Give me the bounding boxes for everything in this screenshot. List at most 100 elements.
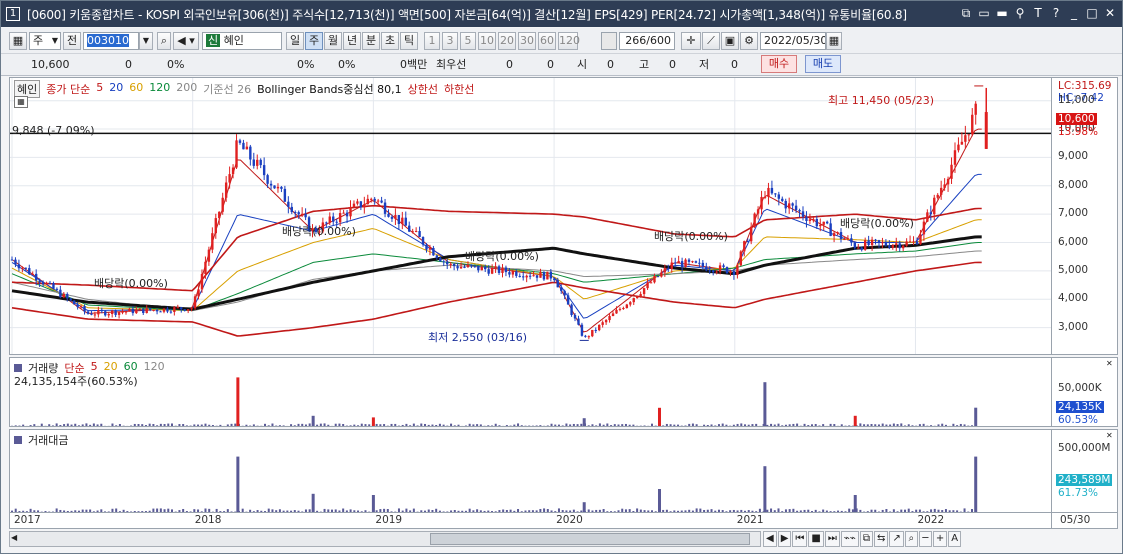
candle-body bbox=[542, 272, 546, 280]
interval-button-30[interactable]: 30 bbox=[518, 32, 536, 50]
price-panel[interactable]: 혜인 종가 단순 5 20 60 120 200 기준선 26 Bollinger Bands… bbox=[9, 77, 1052, 355]
candle-body bbox=[722, 265, 725, 268]
stock-code-input[interactable]: 003010 bbox=[83, 32, 139, 50]
nav-tool-5[interactable]: ─ bbox=[918, 531, 932, 547]
nav-tool-3[interactable]: ↗ bbox=[889, 531, 904, 547]
nav-tool-2[interactable]: ⇆ bbox=[874, 531, 889, 547]
amount-panel[interactable]: 거래대금 bbox=[9, 429, 1052, 513]
close-icon[interactable]: ✕ bbox=[1102, 5, 1118, 21]
nav-tool-4[interactable]: ⌕ bbox=[904, 531, 918, 547]
hline-label: 9,848 (-7.09%) bbox=[12, 124, 95, 137]
window-icon[interactable]: ▭ bbox=[976, 5, 992, 21]
legend-item-1[interactable]: 5 bbox=[96, 81, 103, 97]
code-dropdown-icon[interactable]: ▼ bbox=[139, 32, 153, 50]
interval-button-120[interactable]: 120 bbox=[558, 32, 580, 50]
save-icon[interactable]: ▣ bbox=[721, 32, 739, 50]
period-tab-4[interactable]: 분 bbox=[362, 32, 380, 50]
nav-tool-7[interactable]: A bbox=[948, 531, 962, 547]
candle-body bbox=[701, 262, 705, 267]
nav-tool-1[interactable]: ⧉ bbox=[859, 531, 874, 547]
legend-item-9[interactable]: 하한선 bbox=[444, 81, 474, 97]
candle-body bbox=[953, 150, 957, 165]
candle-body bbox=[211, 233, 214, 250]
title-bar: 1 [0600] 키움종합차트 - KOSPI 외국인보유[306(천)] 주식… bbox=[1, 1, 1122, 27]
volume-bar bbox=[282, 425, 285, 426]
chart-settings-icon[interactable]: ▦ bbox=[9, 32, 27, 50]
volume-y-axis[interactable]: ✕ 50,000K 24,135K 60.53% bbox=[1052, 357, 1118, 427]
sell-button[interactable]: 매도 bbox=[805, 55, 841, 73]
interval-button-20[interactable]: 20 bbox=[498, 32, 516, 50]
legend-item-7[interactable]: Bollinger Bands중심선 80,1 bbox=[257, 81, 402, 97]
candle-body bbox=[522, 276, 525, 278]
volume-bar bbox=[11, 425, 13, 426]
amount-y-axis[interactable]: ✕ 500,000M 243,589M 61.73% bbox=[1052, 429, 1118, 513]
min-icon[interactable]: ▬ bbox=[994, 5, 1010, 21]
candle-body bbox=[815, 218, 819, 227]
nav-button-3[interactable]: ■ bbox=[808, 531, 824, 547]
interval-dropdown[interactable] bbox=[601, 32, 617, 50]
interval-button-10[interactable]: 10 bbox=[478, 32, 496, 50]
pin-icon[interactable]: ⚲ bbox=[1012, 5, 1028, 21]
volume-bar bbox=[513, 424, 516, 426]
count-input[interactable]: 266/600 bbox=[619, 32, 675, 50]
legend-item-2[interactable]: 20 bbox=[109, 81, 123, 97]
volume-bar bbox=[904, 425, 907, 426]
candle-body bbox=[908, 241, 912, 243]
period-tab-1[interactable]: 주 bbox=[305, 32, 323, 50]
window-number[interactable]: 1 bbox=[6, 7, 20, 21]
date-field[interactable]: 2022/05/30 bbox=[760, 32, 826, 50]
mode-select[interactable]: 주 ▼ bbox=[29, 32, 61, 50]
interval-button-60[interactable]: 60 bbox=[538, 32, 556, 50]
nav-button-4[interactable]: ⏭ bbox=[824, 531, 840, 547]
crosshair-icon[interactable]: ✛ bbox=[681, 32, 701, 50]
line-tool-icon[interactable]: ⟋ bbox=[702, 32, 720, 50]
minimize-icon[interactable]: _ bbox=[1066, 5, 1082, 21]
period-tab-6[interactable]: 틱 bbox=[400, 32, 418, 50]
scroll-left-icon[interactable]: ◀ bbox=[11, 533, 17, 542]
volume-bar bbox=[580, 423, 583, 426]
nav-button-0[interactable]: ◀ bbox=[763, 531, 777, 547]
gear-icon[interactable]: ⚙ bbox=[740, 32, 758, 50]
nav-button-2[interactable]: ⏮ bbox=[792, 531, 808, 547]
interval-button-3[interactable]: 3 bbox=[442, 32, 458, 50]
legend-item-8[interactable]: 상한선 bbox=[408, 81, 438, 97]
period-tab-0[interactable]: 일 bbox=[286, 32, 304, 50]
candle-body bbox=[715, 271, 718, 273]
maximize-icon[interactable]: □ bbox=[1084, 5, 1100, 21]
nav-button-1[interactable]: ▶ bbox=[777, 531, 792, 547]
speaker-icon[interactable]: ◀ ▾ bbox=[173, 32, 199, 50]
candle-body bbox=[673, 262, 677, 264]
interval-button-5[interactable]: 5 bbox=[460, 32, 476, 50]
legend-item-3[interactable]: 60 bbox=[129, 81, 143, 97]
volume-bar bbox=[710, 424, 713, 426]
tool-icon[interactable]: T bbox=[1030, 5, 1046, 21]
horizontal-scrollbar[interactable]: ◀ bbox=[9, 531, 761, 547]
help-icon[interactable]: ? bbox=[1048, 5, 1064, 21]
copy-icon[interactable]: ⧉ bbox=[958, 5, 974, 21]
legend-item-5[interactable]: 200 bbox=[176, 81, 197, 97]
buy-button[interactable]: 매수 bbox=[761, 55, 797, 73]
candle-body bbox=[297, 212, 300, 215]
search-icon[interactable]: ⌕ bbox=[157, 32, 171, 50]
legend-item-0[interactable]: 종가 단순 bbox=[46, 81, 90, 97]
period-tab-3[interactable]: 년 bbox=[343, 32, 361, 50]
stock-name-field[interactable]: 신 혜인 bbox=[202, 32, 282, 50]
period-tab-2[interactable]: 월 bbox=[324, 32, 342, 50]
price-y-axis[interactable]: LC:315.69 HC:-7.42 11,000 10,000 9,000 8,00… bbox=[1052, 77, 1118, 355]
nav-tool-6[interactable]: + bbox=[932, 531, 948, 547]
quote-change: 0 bbox=[125, 58, 132, 71]
interval-button-1[interactable]: 1 bbox=[424, 32, 440, 50]
grid-icon[interactable]: ▦ bbox=[14, 96, 28, 108]
period-tab-5[interactable]: 초 bbox=[381, 32, 399, 50]
scroll-thumb[interactable] bbox=[430, 533, 750, 545]
panel-close-icon[interactable]: ✕ bbox=[1106, 360, 1114, 368]
volume-legend-item-4[interactable]: 120 bbox=[144, 360, 165, 376]
legend-item-6[interactable]: 기준선 26 bbox=[203, 81, 251, 97]
prev-button[interactable]: 전 bbox=[63, 32, 81, 50]
nav-tool-0[interactable]: ⌁⌁ bbox=[840, 531, 859, 547]
candle-body bbox=[743, 241, 746, 252]
legend-item-4[interactable]: 120 bbox=[149, 81, 170, 97]
panel-close-icon-2[interactable]: ✕ bbox=[1106, 432, 1114, 440]
volume-panel[interactable]: 거래량 단순 5 20 60 120 24,135,154주(60.53%) bbox=[9, 357, 1052, 427]
calendar-icon[interactable]: ▦ bbox=[826, 32, 842, 50]
